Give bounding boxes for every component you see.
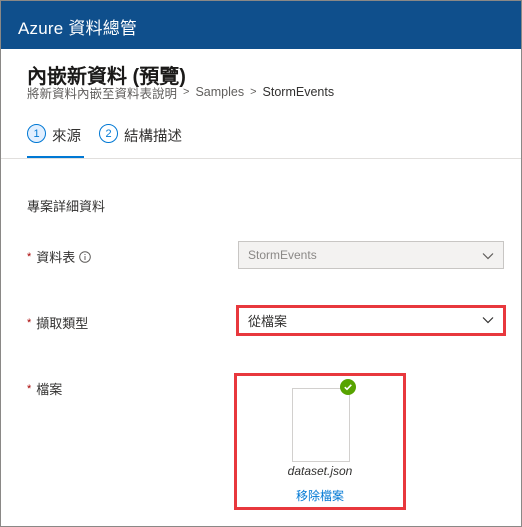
top-bar: Azure 資料總管 — [1, 1, 521, 49]
required-marker: * — [27, 316, 32, 329]
file-field-label: * 檔案 — [27, 379, 62, 398]
required-marker: * — [27, 382, 32, 395]
required-marker: * — [27, 250, 32, 263]
breadcrumb: 將新資料內嵌至資料表說明 > Samples > StormEvents — [27, 83, 335, 102]
remove-file-link[interactable]: 移除檔案 — [237, 487, 403, 504]
checkmark-icon — [340, 379, 356, 395]
breadcrumb-separator-icon: > — [250, 86, 257, 98]
table-select: StormEvents — [238, 241, 504, 269]
breadcrumb-separator-icon: > — [183, 86, 190, 98]
tabs-divider — [1, 158, 521, 159]
step-number-badge: 1 — [27, 124, 46, 143]
brand-title[interactable]: Azure 資料總管 — [18, 14, 137, 39]
source-type-select-value: 從檔案 — [248, 314, 288, 329]
file-document-icon — [292, 388, 350, 462]
tab-schema[interactable]: 2 結構描述 — [99, 122, 182, 158]
table-select-value: StormEvents — [248, 248, 317, 262]
step-number-badge: 2 — [99, 124, 118, 143]
source-type-field-label: * 擷取類型 — [27, 313, 88, 332]
field-label-text: 資料表 — [36, 250, 76, 265]
breadcrumb-item-current: StormEvents — [262, 85, 335, 99]
field-label-text: 檔案 — [36, 382, 63, 397]
section-title: 專案詳細資料 — [27, 199, 106, 214]
info-icon[interactable] — [79, 250, 92, 263]
uploaded-file-name: dataset.json — [287, 464, 353, 478]
wizard-tabs: 1 來源 2 結構描述 — [27, 122, 200, 158]
tab-source[interactable]: 1 來源 — [27, 122, 81, 158]
table-field-label: * 資料表 — [27, 247, 92, 266]
tab-label: 結構描述 — [124, 129, 182, 145]
chevron-down-icon — [481, 249, 495, 263]
tab-label: 來源 — [52, 129, 81, 145]
source-type-select[interactable]: 從檔案 — [239, 308, 503, 333]
chevron-down-icon — [481, 313, 495, 327]
breadcrumb-item-help[interactable]: 將新資料內嵌至資料表說明 — [27, 83, 177, 102]
breadcrumb-item-samples[interactable]: Samples — [195, 85, 244, 99]
field-label-text: 擷取類型 — [36, 316, 89, 331]
